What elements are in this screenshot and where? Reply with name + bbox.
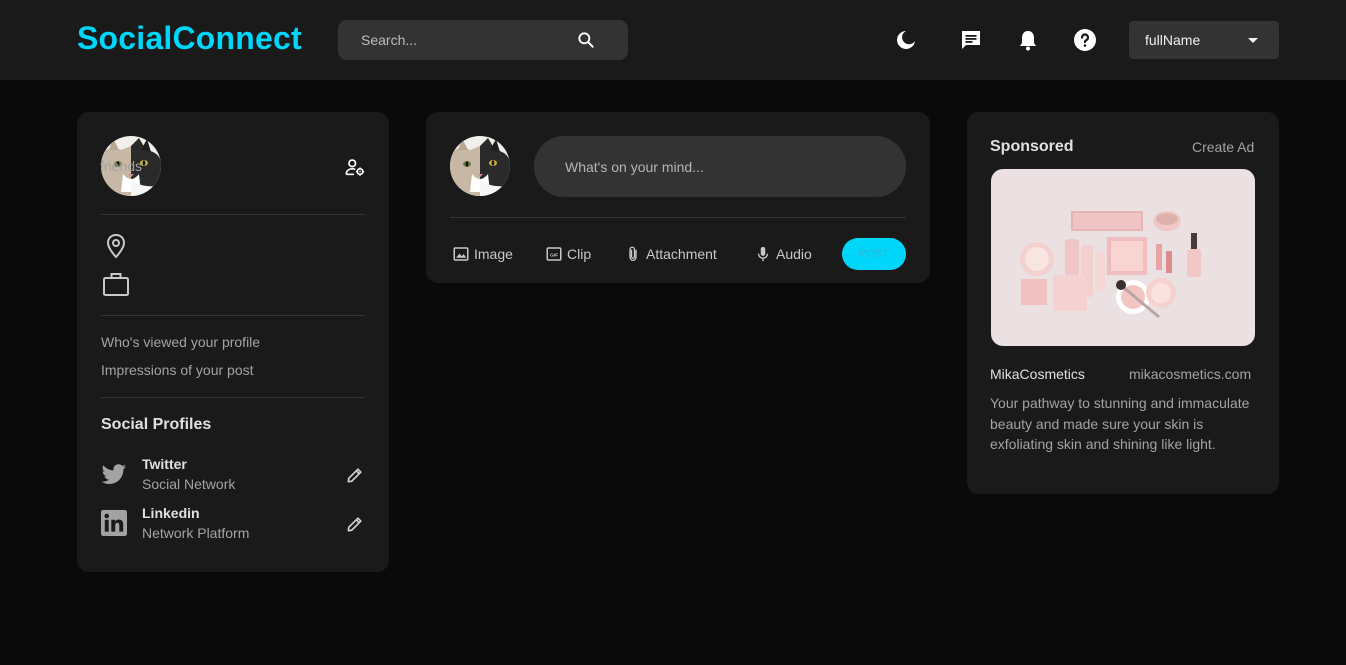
friends-count: friends — [100, 158, 143, 174]
location-icon — [106, 233, 126, 259]
post-input[interactable] — [534, 136, 906, 197]
search-input[interactable] — [338, 20, 568, 60]
attachment-label: Attachment — [646, 246, 717, 262]
audio-label: Audio — [776, 246, 812, 262]
clip-button[interactable]: GIF Clip — [545, 244, 595, 264]
ad-description: Your pathway to stunning and immaculate … — [990, 395, 1250, 453]
message-icon[interactable] — [959, 28, 983, 52]
divider — [101, 315, 365, 316]
user-select-value: fullName — [1145, 32, 1201, 48]
search-icon[interactable] — [576, 30, 596, 50]
linkedin-icon — [101, 510, 127, 536]
linkedin-sub: Network Platform — [142, 525, 250, 541]
social-profiles-title: Social Profiles — [101, 416, 212, 433]
post-impressions-label: Impressions of your post — [101, 362, 254, 378]
image-button[interactable]: Image — [452, 244, 516, 264]
gif-icon: GIF — [546, 247, 562, 261]
create-ad-link[interactable]: Create Ad — [1192, 139, 1254, 155]
attachment-icon — [629, 246, 637, 262]
chevron-down-icon — [1248, 38, 1258, 43]
divider — [101, 397, 365, 398]
linkedin-name: Linkedin — [142, 505, 200, 521]
profile-views-label: Who's viewed your profile — [101, 334, 261, 350]
ad-website[interactable]: mikacosmetics.com — [1129, 366, 1251, 382]
dark-mode-icon[interactable] — [894, 28, 918, 52]
twitter-icon — [101, 464, 126, 484]
app-logo[interactable]: SocialConnect — [77, 20, 302, 57]
manage-account-icon[interactable] — [344, 156, 366, 178]
divider — [450, 217, 906, 218]
edit-icon[interactable] — [345, 465, 365, 485]
divider — [101, 214, 365, 215]
help-icon[interactable] — [1073, 28, 1097, 52]
avatar[interactable] — [450, 136, 510, 196]
edit-icon[interactable] — [345, 514, 365, 534]
image-label: Image — [474, 246, 513, 262]
ad-image[interactable] — [991, 169, 1255, 346]
search-bar — [338, 20, 628, 60]
notification-icon[interactable] — [1016, 28, 1040, 52]
mic-icon — [757, 246, 769, 262]
audio-button[interactable]: Audio — [754, 244, 816, 264]
svg-text:GIF: GIF — [550, 252, 558, 258]
user-select[interactable]: fullName — [1129, 21, 1279, 59]
ad-brand-name[interactable]: MikaCosmetics — [990, 366, 1085, 382]
sponsored-title: Sponsored — [990, 138, 1074, 155]
clip-label: Clip — [567, 246, 592, 262]
image-icon — [453, 247, 469, 261]
twitter-name: Twitter — [142, 456, 187, 472]
attachment-button[interactable]: Attachment — [624, 244, 724, 264]
twitter-sub: Social Network — [142, 476, 236, 492]
top-navbar: SocialConnect fullName — [0, 0, 1346, 80]
post-button[interactable]: POST — [842, 238, 906, 270]
briefcase-icon — [103, 273, 129, 296]
